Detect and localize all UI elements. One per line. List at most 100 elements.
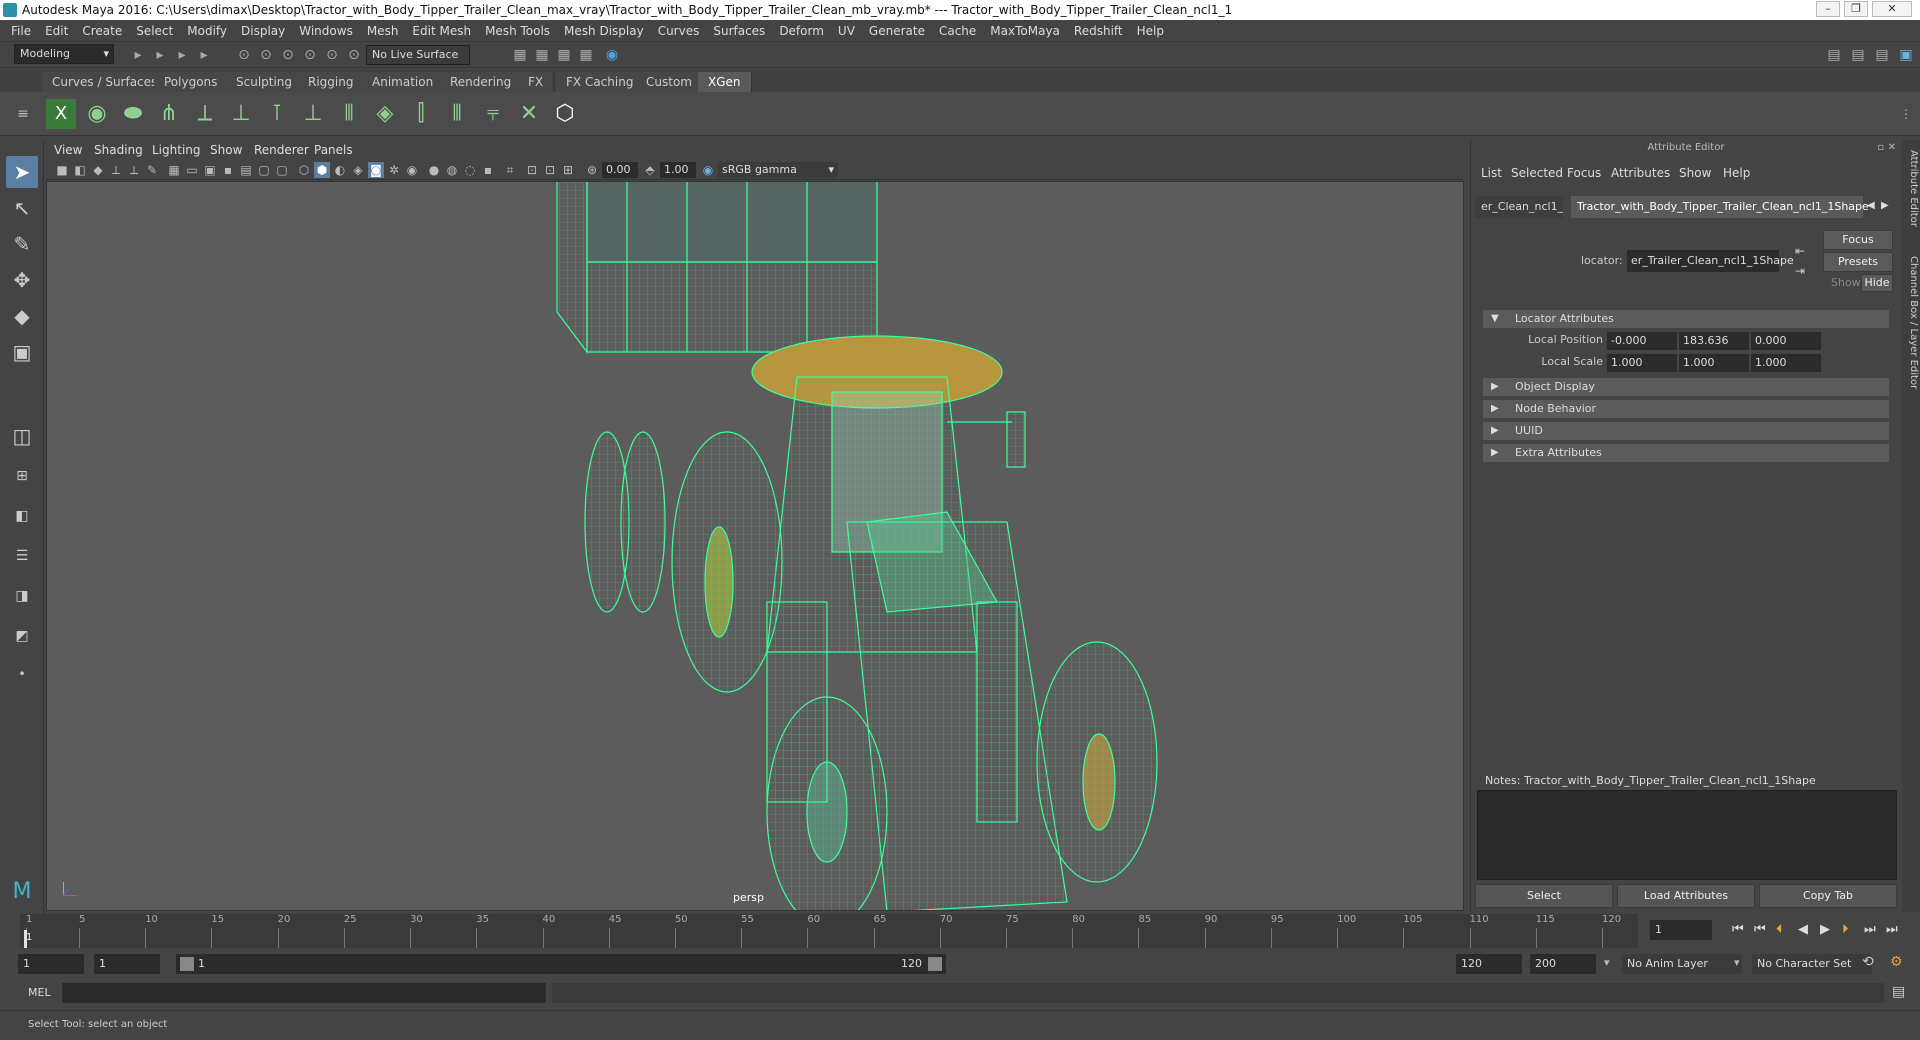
goto-input-icon[interactable]: ⇤ <box>1795 244 1805 258</box>
playback-end-field[interactable]: 120 <box>1456 954 1522 974</box>
local-scale-z[interactable]: 1.000 <box>1751 354 1821 372</box>
chevron-down-icon[interactable]: ▾ <box>1604 956 1610 969</box>
layout-icon-3[interactable]: ▤ <box>1874 47 1890 63</box>
step-forward-frame-icon[interactable]: ⏵ <box>1842 922 1849 937</box>
menu-mesh-display[interactable]: Mesh Display <box>557 24 651 38</box>
tab-animation[interactable]: Animation <box>362 72 445 92</box>
auto-key-icon[interactable]: ⟲ <box>1862 954 1874 970</box>
smooth-shade-icon[interactable]: ⬢ <box>314 162 330 178</box>
focus-button[interactable]: Focus <box>1823 230 1893 250</box>
tab-rigging[interactable]: Rigging <box>298 72 365 92</box>
ae-menu-show[interactable]: Show <box>1679 166 1711 180</box>
section-object-display[interactable]: ▶ Object Display <box>1483 378 1889 396</box>
section-uuid[interactable]: ▶ UUID <box>1483 422 1889 440</box>
resolution-gate-icon[interactable]: ▣ <box>202 162 218 178</box>
cube-icon[interactable]: ⬡ <box>550 99 580 129</box>
menu-mesh-tools[interactable]: Mesh Tools <box>478 24 557 38</box>
eye-icon[interactable]: ◉ <box>82 99 112 129</box>
safe-title-icon[interactable]: ▢ <box>274 162 290 178</box>
render-settings-icon[interactable]: ▦ <box>556 47 572 63</box>
layout-icon-2[interactable]: ▤ <box>1850 47 1866 63</box>
outliner-pane-icon[interactable]: ☰ <box>6 540 38 572</box>
use-lights-icon[interactable]: ◐ <box>332 162 348 178</box>
tab-left-icon[interactable]: ◀ <box>1867 200 1875 211</box>
layout-icon-4[interactable]: ▣ <box>1898 47 1914 63</box>
isolate-select-icon[interactable]: ⌗ <box>502 162 518 178</box>
ae-tab-shape[interactable]: Tractor_with_Body_Tipper_Trailer_Clean_n… <box>1571 196 1869 218</box>
mel-label[interactable]: MEL <box>28 986 51 999</box>
2d-pan-icon[interactable]: ⟂ <box>126 162 142 178</box>
ae-tab-transform[interactable]: er_Clean_ncl1_1 <box>1475 196 1563 218</box>
step-back-key-icon[interactable]: ⏮ <box>1754 922 1766 937</box>
folder-icon[interactable]: ▸ <box>130 47 146 63</box>
local-scale-x[interactable]: 1.000 <box>1607 354 1677 372</box>
two-pane-icon[interactable]: ◧ <box>6 500 38 532</box>
local-position-x[interactable]: -0.000 <box>1607 332 1677 350</box>
tab-curves-surfaces[interactable]: Curves / Surfaces <box>42 72 169 92</box>
snap-grid-icon[interactable]: ⊙ <box>258 47 274 63</box>
single-pane-icon[interactable]: ◫ <box>6 420 38 452</box>
menu-curves[interactable]: Curves <box>651 24 707 38</box>
shelf-menu-icon[interactable]: ≡ <box>8 99 38 129</box>
tab-fx-caching[interactable]: FX Caching <box>556 72 645 92</box>
range-end-handle[interactable] <box>928 957 942 971</box>
show-button[interactable]: Show <box>1831 276 1861 289</box>
snap-curve-icon[interactable]: ⊙ <box>280 47 296 63</box>
menu-generate[interactable]: Generate <box>862 24 932 38</box>
menu-edit-mesh[interactable]: Edit Mesh <box>405 24 478 38</box>
go-to-end-icon[interactable]: ⏭ <box>1886 922 1898 937</box>
menu-create[interactable]: Create <box>75 24 129 38</box>
safe-action-icon[interactable]: ▢ <box>256 162 272 178</box>
animation-end-field[interactable]: 200 <box>1530 954 1596 974</box>
place-icon[interactable]: ⟂ <box>190 99 220 129</box>
tab-xgen[interactable]: XGen <box>698 72 752 92</box>
render-icon[interactable]: ▦ <box>512 47 528 63</box>
ae-menu-attributes[interactable]: Attributes <box>1611 166 1670 180</box>
local-scale-y[interactable]: 1.000 <box>1679 354 1749 372</box>
animation-start-field[interactable]: 1 <box>18 954 84 974</box>
save-icon[interactable]: ▸ <box>174 47 190 63</box>
snap-point-icon[interactable]: ⊙ <box>302 47 318 63</box>
side-tab-channel-box[interactable]: Channel Box / Layer Editor <box>1903 256 1919 396</box>
step-forward-key-icon[interactable]: ⏭ <box>1864 922 1876 937</box>
menu-redshift[interactable]: Redshift <box>1067 24 1130 38</box>
vp-menu-renderer[interactable]: Renderer <box>254 143 309 157</box>
anim-layer-dropdown[interactable]: No Anim Layer <box>1622 954 1742 974</box>
goto-output-icon[interactable]: ⇥ <box>1795 264 1805 278</box>
close-icon[interactable]: ✕ <box>1888 142 1896 153</box>
hypershade-pane-icon[interactable]: ◩ <box>6 620 38 652</box>
scale-tool-icon[interactable]: ▣ <box>6 336 38 368</box>
grease-pencil-icon[interactable]: ✎ <box>144 162 160 178</box>
noise-icon[interactable]: ⫴ <box>442 99 472 129</box>
snap-view-icon[interactable]: ⊙ <box>324 47 340 63</box>
paint-select-icon[interactable]: ✎ <box>6 228 38 260</box>
select-button[interactable]: Select <box>1475 884 1613 908</box>
tab-custom[interactable]: Custom <box>636 72 703 92</box>
range-slider[interactable]: 1 120 <box>176 954 946 974</box>
play-backwards-icon[interactable]: ◀ <box>1798 922 1808 937</box>
lasso-tool-icon[interactable]: ↖ <box>6 192 38 224</box>
four-pane-icon[interactable]: ⊞ <box>6 460 38 492</box>
hide-button[interactable]: Hide <box>1861 274 1893 292</box>
menu-select[interactable]: Select <box>129 24 180 38</box>
float-icon[interactable]: ▫ <box>1877 142 1884 153</box>
tab-sculpting[interactable]: Sculpting <box>226 72 304 92</box>
viewport-persp[interactable]: persp <box>46 181 1464 911</box>
select-tool-icon[interactable]: ➤ <box>6 156 38 188</box>
go-to-start-icon[interactable]: ⏮ <box>1732 922 1744 937</box>
ae-menu-list[interactable]: List <box>1481 166 1502 180</box>
shadows-icon[interactable]: ● <box>426 162 442 178</box>
chevron-down-icon[interactable]: ▾ <box>1734 956 1740 969</box>
minimize-button[interactable]: – <box>1816 1 1840 17</box>
local-position-y[interactable]: 183.636 <box>1679 332 1749 350</box>
menu-surfaces[interactable]: Surfaces <box>706 24 772 38</box>
motion-blur-icon[interactable]: ◌ <box>462 162 478 178</box>
cut-icon[interactable]: ⫿ <box>406 99 436 129</box>
menu-file[interactable]: File <box>4 24 38 38</box>
close-button[interactable]: ✕ <box>1872 1 1912 17</box>
add-guide-icon[interactable]: ⊥ <box>226 99 256 129</box>
character-set-dropdown[interactable]: No Character Set <box>1752 954 1872 974</box>
section-locator-attributes[interactable]: ▼ Locator Attributes <box>1483 310 1889 328</box>
section-extra-attributes[interactable]: ▶ Extra Attributes <box>1483 444 1889 462</box>
lock-icon[interactable]: ⊥ <box>298 99 328 129</box>
